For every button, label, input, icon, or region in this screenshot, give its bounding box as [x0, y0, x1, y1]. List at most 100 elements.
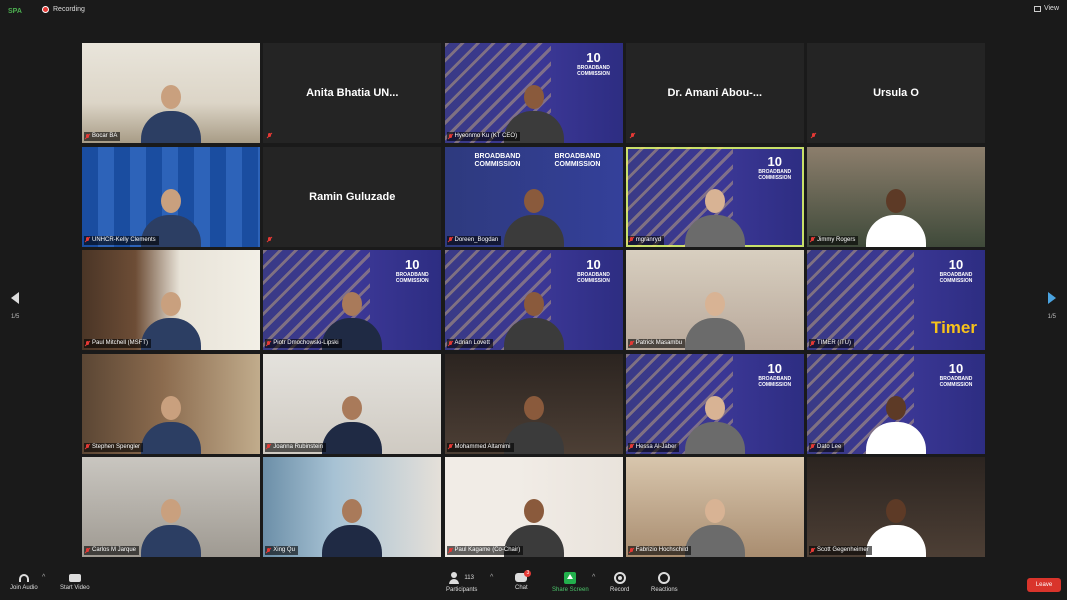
broadband-commission-logo: 10 BROADBAND COMMISSION	[573, 258, 615, 298]
muted-mic-icon	[629, 444, 634, 450]
participant-tile[interactable]: Paul Mitchell (MSFT)	[82, 250, 260, 350]
participant-tile[interactable]: Ramin Guluzade	[263, 146, 442, 247]
participant-tile[interactable]: Mohammed Altamimi	[444, 353, 623, 454]
banner-text-left: BROADBAND COMMISSION	[474, 152, 521, 168]
participant-tile[interactable]: UNHCR-Kelly Clements	[82, 146, 260, 247]
participants-options-icon[interactable]: ^	[490, 574, 493, 581]
next-page-icon[interactable]	[1048, 292, 1056, 304]
participant-video	[684, 395, 745, 454]
participant-name: Joanna Rubinstein	[273, 443, 323, 450]
broadband-commission-logo: 10 BROADBAND COMMISSION	[935, 361, 977, 402]
record-button[interactable]: Record	[610, 572, 629, 593]
muted-mic-icon	[448, 547, 453, 554]
participant-tile[interactable]: Dr. Amani Abou-...	[625, 43, 804, 143]
participant-video	[141, 85, 201, 143]
participant-tile[interactable]: 10 BROADBAND COMMISSION Adrian Lovett	[444, 250, 623, 350]
chat-badge: 3	[524, 570, 532, 577]
logo-text-top: BROADBAND	[758, 168, 792, 175]
participant-video	[684, 499, 745, 557]
participant-tile[interactable]: 10 BROADBAND COMMISSION mgranryd	[625, 146, 804, 247]
logo-text-mid: COMMISSION	[577, 278, 610, 284]
participants-label: Participants	[446, 587, 478, 593]
muted-mic-icon	[630, 133, 635, 139]
join-audio-button[interactable]: Join Audio	[10, 572, 38, 591]
participant-body	[503, 318, 564, 350]
share-screen-icon	[564, 572, 577, 584]
muted-mic-icon	[266, 547, 271, 554]
chat-button[interactable]: 3 Chat	[515, 570, 532, 591]
participant-video	[503, 188, 564, 247]
logo-text-ten: 10	[948, 257, 964, 272]
participant-head	[342, 395, 363, 420]
participant-name-tag: Jimmy Rogers	[809, 235, 859, 245]
participant-head	[161, 292, 181, 316]
participant-tile[interactable]: Jimmy Rogers	[807, 146, 985, 247]
share-options-icon[interactable]: ^	[592, 574, 595, 581]
reactions-button[interactable]: Reactions	[651, 572, 678, 593]
participant-tile[interactable]: Patrick Masambu	[625, 250, 804, 350]
start-video-button[interactable]: Start Video	[60, 572, 90, 591]
participant-display-name: Ursula O	[873, 87, 919, 99]
top-bar: SPA Recording View	[0, 0, 1067, 24]
participant-head	[886, 395, 906, 420]
participant-head	[886, 188, 906, 213]
participant-name: Xing Qu	[273, 547, 295, 553]
participant-head	[523, 499, 544, 523]
participant-name-tag: TIMER (ITU)	[809, 339, 854, 348]
participant-name-tag: Mohammed Altamimi	[446, 442, 514, 452]
participant-tile[interactable]: 10 BROADBAND COMMISSION Dato Lee	[807, 353, 985, 454]
participant-name: Adrian Lovett	[454, 340, 490, 346]
participant-video	[322, 499, 383, 557]
share-screen-button[interactable]: Share Screen	[552, 572, 589, 593]
gallery-grid: Bocar BA Anita Bhatia UN... 10 BROADBAND COM…	[82, 43, 985, 557]
recording-dot-icon	[42, 6, 49, 13]
participant-tile[interactable]: 10 BROADBAND COMMISSION Piotr Dmochowski-Li…	[263, 250, 442, 350]
participant-tile[interactable]: Fabrizio Hochschild	[625, 457, 804, 557]
participant-tile[interactable]: BROADBAND COMMISSION BROADBAND COMMISSION…	[444, 146, 623, 247]
participant-head	[523, 188, 544, 213]
participant-tile[interactable]: Paul Kagame (Co-Chair)	[444, 457, 623, 557]
recording-indicator[interactable]: Recording	[42, 6, 85, 13]
participant-tile[interactable]: Carlos M Jarque	[82, 457, 260, 557]
page-indicator-left: 1/5	[11, 314, 20, 320]
participant-tile[interactable]: Xing Qu	[263, 457, 442, 557]
participant-tile[interactable]: 10 BROADBAND COMMISSION Timer TIMER (ITU)	[807, 250, 985, 350]
participant-tile[interactable]: 10 BROADBAND COMMISSION Hessa Al-Jaber	[625, 353, 804, 454]
participant-body	[684, 421, 745, 454]
muted-mic-icon	[811, 133, 816, 139]
chat-icon: 3	[515, 570, 532, 582]
logo-text-ten: 10	[767, 153, 782, 169]
participant-name: Paul Mitchell (MSFT)	[92, 340, 149, 346]
logo-text-ten: 10	[586, 50, 601, 65]
participant-tile[interactable]: Anita Bhatia UN...	[263, 43, 442, 143]
video-off-icon	[68, 574, 81, 582]
participant-tile[interactable]: Ursula O	[807, 43, 985, 143]
join-audio-label: Join Audio	[10, 585, 38, 591]
participant-name: Hessa Al-Jaber	[635, 443, 677, 450]
broadband-commission-logo: 10 BROADBAND COMMISSION	[754, 360, 796, 402]
participant-body	[866, 525, 926, 557]
participant-body	[866, 421, 926, 454]
participant-display-name: Anita Bhatia UN...	[306, 87, 399, 99]
participant-tile[interactable]: Scott Gegenheimer	[807, 457, 985, 557]
participant-name: TIMER (ITU)	[817, 340, 851, 346]
muted-mic-icon	[629, 340, 634, 347]
muted-mic-icon	[448, 133, 453, 140]
participant-tile[interactable]: Joanna Rubinstein	[263, 353, 442, 454]
participant-name: Bocar BA	[92, 133, 118, 139]
participant-tile[interactable]: Bocar BA	[82, 43, 260, 143]
reactions-icon	[658, 572, 671, 584]
logo-text-ten: 10	[767, 360, 782, 376]
participant-body	[322, 421, 383, 454]
participant-tile[interactable]: 10 BROADBAND COMMISSION Hyeonmo Ku (KT CEO)	[444, 43, 623, 143]
leave-button[interactable]: Leave	[1027, 578, 1061, 592]
participant-tile[interactable]: Stephen Spengler	[82, 353, 260, 454]
banner-text-right: BROADBAND COMMISSION	[554, 152, 601, 168]
participants-button[interactable]: 113 Participants	[446, 572, 477, 593]
participant-name: Doreen_Bogdan	[454, 236, 499, 243]
audio-options-icon[interactable]: ^	[42, 574, 45, 581]
previous-page-icon[interactable]	[11, 292, 19, 304]
participant-name-tag: Adrian Lovett	[446, 339, 493, 348]
record-icon	[613, 572, 626, 584]
view-button[interactable]: View	[1033, 5, 1059, 12]
